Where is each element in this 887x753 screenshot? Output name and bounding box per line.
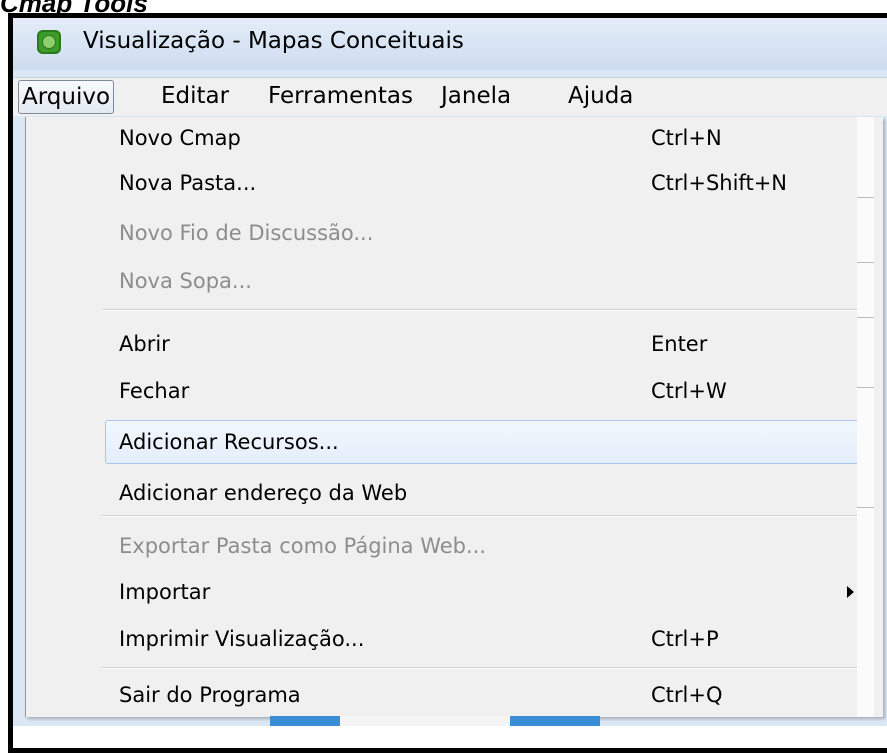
menu-bar: Arquivo Editar Ferramentas Janela Ajuda [13,77,887,116]
menu-item-novo-cmap[interactable]: Novo Cmap Ctrl+N [26,117,883,159]
menu-arquivo[interactable]: Arquivo [18,80,115,114]
title-bar: Visualização - Mapas Conceituais [13,18,887,70]
background-canvas-bottom [270,716,600,726]
menu-item-label: Exportar Pasta como Página Web... [119,534,487,558]
menu-item-label: Imprimir Visualização... [119,627,365,651]
menu-ferramentas[interactable]: Ferramentas [268,80,413,112]
menu-separator [102,309,862,311]
menu-item-label: Sair do Programa [119,683,301,707]
menu-item-importar[interactable]: Importar [26,571,883,613]
menu-item-label: Fechar [119,379,190,403]
menu-item-label: Adicionar Recursos... [119,430,339,454]
menu-item-shortcut: Ctrl+W [651,379,727,403]
menu-item-exportar-pasta: Exportar Pasta como Página Web... [26,525,883,567]
submenu-arrow-icon [847,586,854,598]
menu-item-label: Novo Cmap [119,126,241,150]
menu-item-shortcut: Ctrl+Shift+N [651,171,787,195]
menu-item-shortcut: Ctrl+N [651,126,722,150]
file-menu-dropdown: Novo Cmap Ctrl+N Nova Pasta... Ctrl+Shif… [25,117,883,717]
menu-item-shortcut: Ctrl+P [651,627,719,651]
menu-item-nova-pasta[interactable]: Nova Pasta... Ctrl+Shift+N [26,162,883,204]
menu-item-label: Nova Pasta... [119,171,257,195]
cmaptools-app-icon[interactable] [37,30,61,54]
menu-item-adicionar-recursos[interactable]: Adicionar Recursos... [105,420,862,464]
menu-janela[interactable]: Janela [441,80,511,112]
menu-item-nova-sopa: Nova Sopa... [26,260,883,302]
menu-item-fechar[interactable]: Fechar Ctrl+W [26,370,883,412]
menu-item-novo-fio-de-discussao: Novo Fio de Discussão... [26,212,883,254]
menu-item-label: Nova Sopa... [119,269,252,293]
menu-item-sair-do-programa[interactable]: Sair do Programa Ctrl+Q [26,674,883,716]
menu-item-label: Novo Fio de Discussão... [119,221,374,245]
menu-item-imprimir-visualizacao[interactable]: Imprimir Visualização... Ctrl+P [26,618,883,660]
menu-item-adicionar-endereco-web[interactable]: Adicionar endereço da Web [26,472,883,514]
background-canvas-edge [857,117,874,717]
menu-item-abrir[interactable]: Abrir Enter [26,323,883,365]
menu-editar[interactable]: Editar [161,80,229,112]
menu-separator [102,515,862,517]
menu-item-label: Adicionar endereço da Web [119,481,408,505]
menu-item-label: Abrir [119,332,170,356]
menu-separator [102,667,862,669]
menu-ajuda[interactable]: Ajuda [568,80,633,112]
menu-item-label: Importar [119,580,211,604]
menu-item-shortcut: Ctrl+Q [651,683,723,707]
window-title: Visualização - Mapas Conceituais [83,28,464,54]
menu-item-shortcut: Enter [651,332,708,356]
